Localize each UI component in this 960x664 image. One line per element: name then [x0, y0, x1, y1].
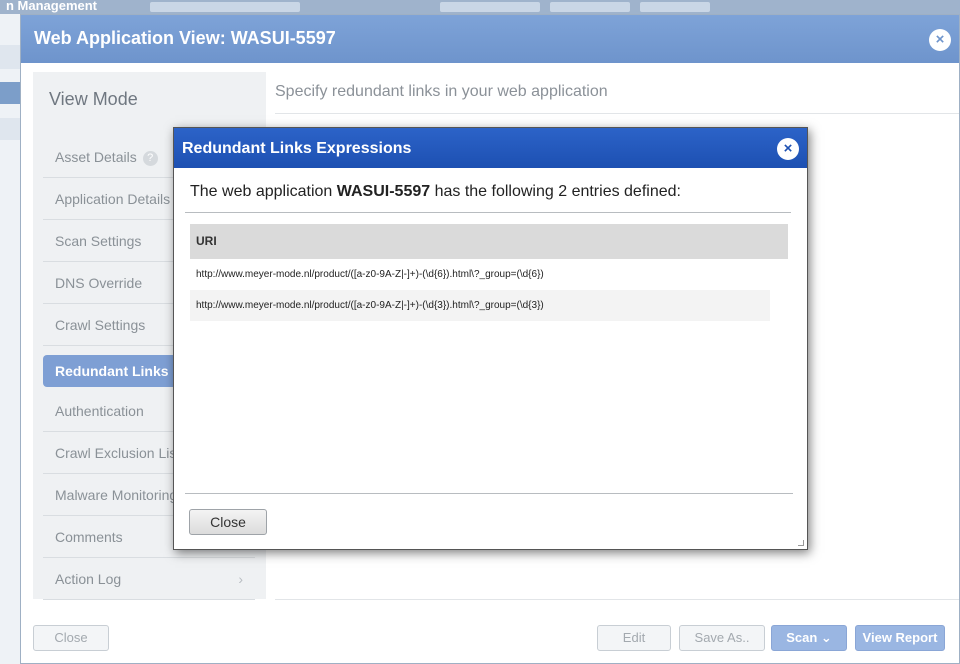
background-tab[interactable]: [150, 2, 300, 12]
sidebar-item-label: Scan Settings: [55, 233, 142, 249]
sidebar-item-label: Crawl Settings: [55, 317, 146, 333]
background-tab[interactable]: [440, 2, 540, 12]
divider: [185, 212, 791, 213]
modal-close-button[interactable]: Close: [189, 509, 267, 535]
intro-app-name: WASUI-5597: [336, 183, 431, 200]
intro-suffix: has the following 2 entries defined:: [430, 183, 681, 200]
close-icon[interactable]: ×: [777, 138, 799, 160]
sidebar-item-label: Malware Monitoring: [55, 487, 178, 503]
sidebar-item-label: Action Log: [55, 571, 122, 587]
chevron-down-icon: ⌄: [820, 630, 832, 645]
modal-title: Redundant Links Expressions: [182, 140, 412, 157]
sidebar-heading: View Mode: [49, 89, 138, 109]
dialog-header: Web Application View: WASUI-5597 ×: [21, 15, 959, 63]
help-icon[interactable]: ?: [142, 150, 158, 166]
table-row: http://www.meyer-mode.nl/product/([a-z0-…: [190, 290, 770, 321]
close-icon[interactable]: ×: [929, 29, 951, 51]
table-row: http://www.meyer-mode.nl/product/([a-z0-…: [196, 269, 544, 280]
modal-intro-text: The web application WASUI-5597 has the f…: [190, 183, 681, 201]
divider: [275, 113, 959, 114]
save-as-button[interactable]: Save As..: [679, 625, 765, 651]
background-tab[interactable]: [550, 2, 630, 12]
sidebar-item-label: Redundant Links: [55, 363, 169, 379]
sidebar-item-label: Crawl Exclusion Lists: [55, 445, 188, 461]
sidebar-item-action-log[interactable]: Action Log ›: [43, 558, 255, 600]
resize-grip-icon[interactable]: [798, 540, 804, 546]
background-tab[interactable]: [640, 2, 710, 12]
close-button[interactable]: Close: [33, 625, 109, 651]
divider: [275, 599, 959, 600]
scan-button[interactable]: Scan ⌄: [771, 625, 847, 651]
sidebar-item-label: Application Details: [55, 191, 171, 207]
redundant-links-modal: Redundant Links Expressions × The web ap…: [173, 127, 808, 550]
edit-button[interactable]: Edit: [597, 625, 671, 651]
intro-prefix: The web application: [190, 183, 337, 200]
uri-table: URI http://www.meyer-mode.nl/product/([a…: [190, 224, 788, 321]
scan-button-label: Scan: [786, 630, 818, 645]
background-topbar-title: n Management: [6, 0, 98, 13]
view-report-button[interactable]: View Report: [855, 625, 945, 651]
table-header-uri: URI: [190, 224, 788, 259]
sidebar-item-label: DNS Override: [55, 275, 143, 291]
main-heading: Specify redundant links in your web appl…: [275, 83, 608, 100]
sidebar-item-label: Asset Details: [55, 149, 137, 165]
modal-header: Redundant Links Expressions ×: [174, 128, 807, 168]
sidebar-item-label: Authentication: [55, 403, 144, 419]
divider: [185, 493, 793, 494]
chevron-right-icon: ›: [238, 571, 243, 587]
sidebar-item-label: Comments: [55, 529, 123, 545]
dialog-title: Web Application View: WASUI-5597: [34, 28, 336, 48]
